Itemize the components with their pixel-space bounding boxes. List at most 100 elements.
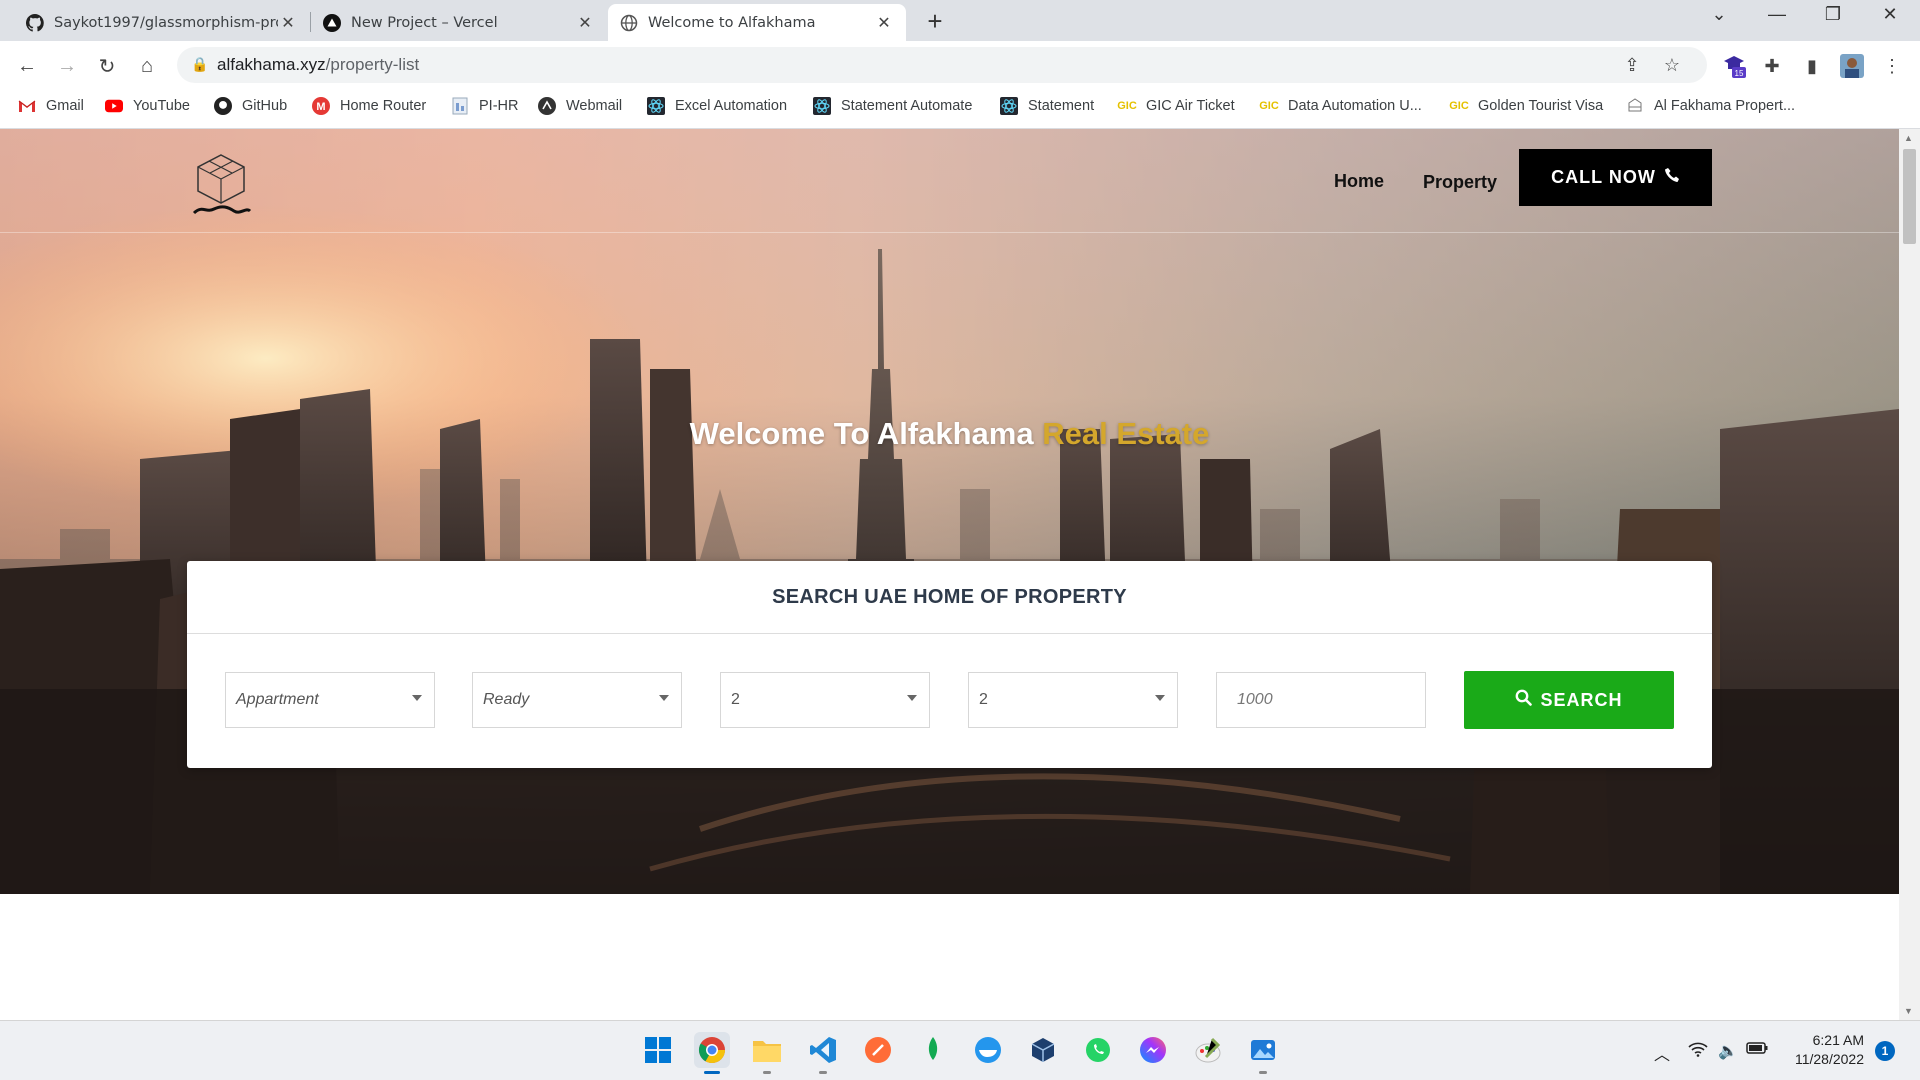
close-window-button[interactable]: ✕ [1870,4,1910,25]
url-path: /property-list [325,55,420,74]
scroll-up-icon[interactable]: ▲ [1904,133,1913,143]
search-button[interactable]: SEARCH [1464,671,1674,729]
react-icon [647,97,665,115]
bookmark-pi-hr[interactable]: PI-HR [451,97,518,115]
gic-icon: GIC [1117,100,1137,112]
svg-text:M: M [316,101,325,113]
vercel-icon [323,13,341,32]
chevron-down-icon [659,695,669,701]
react-icon [813,97,831,115]
site-header: Home Property CALL NOW [0,129,1899,233]
tab-search-icon[interactable]: ⌄ [1699,4,1739,25]
bookmark-gmail[interactable]: Gmail [18,97,84,115]
page-viewport: Home Property CALL NOW Welcome To Alfakh… [0,129,1899,1020]
system-clock[interactable]: 6:21 AM 11/28/2022 [1782,1031,1864,1069]
whatsapp-icon[interactable] [1080,1032,1116,1068]
webmail-icon [538,97,556,115]
scroll-down-icon[interactable]: ▼ [1904,1006,1913,1016]
bookmark-github[interactable]: GitHub [214,97,287,115]
postman-icon[interactable] [860,1032,896,1068]
file-explorer-icon[interactable] [749,1032,785,1074]
chevron-down-icon [412,695,422,701]
tab-alfakhama[interactable]: Welcome to Alfakhama ✕ [608,4,906,41]
docker-icon[interactable] [970,1032,1006,1068]
chevron-down-icon [907,695,917,701]
github-icon [26,13,44,32]
close-tab-icon[interactable]: ✕ [575,13,595,32]
back-button[interactable]: ← [12,51,42,81]
property-status-select[interactable]: Ready [472,672,682,728]
lock-icon[interactable]: 🔒 [191,56,208,73]
bookmark-statement-automate[interactable]: Statement Automate [813,97,972,115]
close-tab-icon[interactable]: ✕ [874,13,894,32]
tab-github[interactable]: Saykot1997/glassmorphism-prot ✕ [14,4,310,41]
close-tab-icon[interactable]: ✕ [278,13,298,32]
react-icon [1000,97,1018,115]
hero-heading: Welcome To Alfakhama Real Estate [689,416,1210,451]
bookmark-home-router[interactable]: M Home Router [312,97,426,115]
bookmark-golden-tourist-visa[interactable]: GIC Golden Tourist Visa [1449,97,1603,115]
price-input[interactable]: 1000 [1216,672,1426,728]
search-card-title: SEARCH UAE HOME OF PROPERTY [187,561,1712,634]
bookmark-webmail[interactable]: Webmail [538,97,622,115]
wifi-icon[interactable] [1688,1041,1708,1062]
extensions-puzzle-icon[interactable]: ✚ [1757,51,1787,81]
new-tab-button[interactable]: + [920,6,950,37]
browser-menu-icon[interactable]: ⋮ [1877,51,1907,81]
extension-profile-icon[interactable]: 15 [1720,51,1750,81]
minimize-button[interactable]: — [1757,4,1797,25]
bookmark-star-icon[interactable]: ☆ [1657,50,1687,80]
volume-icon[interactable]: 🔈 [1718,1041,1738,1061]
paint-icon[interactable] [1190,1032,1226,1068]
page-scrollbar[interactable]: ▲ ▼ [1899,129,1920,1020]
bookmark-al-fakhama[interactable]: Al Fakhama Propert... [1626,97,1795,115]
property-type-select[interactable]: Appartment [225,672,435,728]
nav-property-link[interactable]: Property [1423,172,1497,193]
svg-text:15: 15 [1735,69,1744,78]
bookmark-data-automation[interactable]: GIC Data Automation U... [1259,97,1422,115]
chrome-icon[interactable] [694,1032,730,1074]
bookmark-gic-air-ticket[interactable]: GIC GIC Air Ticket [1117,97,1234,115]
city-skyline-image [0,129,1899,894]
call-now-button[interactable]: CALL NOW [1519,149,1712,206]
tab-vercel[interactable]: New Project – Vercel ✕ [311,4,607,41]
bookmarks-bar: Gmail YouTube GitHub M Home Router PI-HR … [0,89,1920,129]
mongodb-icon[interactable] [915,1032,951,1068]
photos-icon[interactable] [1245,1032,1281,1074]
browser-tab-strip: Saykot1997/glassmorphism-prot ✕ New Proj… [0,0,1920,41]
notification-badge[interactable]: 1 [1875,1041,1895,1061]
nav-home-link[interactable]: Home [1334,171,1384,192]
browser-toolbar: ← → ↻ ⌂ 🔒 alfakhama.xyz/property-list ⇪ … [0,41,1920,89]
url-host: alfakhama.xyz [217,55,326,74]
windows-start-icon[interactable] [640,1032,676,1068]
home-button[interactable]: ⌂ [132,51,162,81]
tray-overflow-icon[interactable]: ︿ [1654,1041,1670,1065]
scrollbar-thumb[interactable] [1903,149,1916,244]
youtube-icon [105,97,123,115]
bathrooms-select[interactable]: 2 [968,672,1178,728]
share-icon[interactable]: ⇪ [1617,50,1647,80]
bedrooms-select[interactable]: 2 [720,672,930,728]
profile-avatar[interactable] [1837,51,1867,81]
side-panel-icon[interactable]: ▮ [1797,51,1827,81]
battery-icon[interactable] [1746,1041,1768,1060]
virtualbox-icon[interactable] [1025,1032,1061,1068]
bookmark-youtube[interactable]: YouTube [105,97,190,115]
forward-button[interactable]: → [52,51,82,81]
address-bar[interactable]: 🔒 alfakhama.xyz/property-list ⇪ ☆ [177,47,1707,83]
hero-heading-accent: Real Estate [1042,416,1210,451]
router-icon: M [312,97,330,115]
phone-icon [1664,167,1680,188]
restore-button[interactable]: ❐ [1813,4,1853,25]
vscode-icon[interactable] [805,1032,841,1074]
gic-icon: GIC [1259,100,1279,112]
alfakhama-icon [1626,97,1644,115]
bookmark-excel-automation[interactable]: Excel Automation [647,97,787,115]
messenger-icon[interactable] [1135,1032,1171,1068]
bookmark-statement[interactable]: Statement [1000,97,1094,115]
reload-button[interactable]: ↻ [92,51,122,81]
property-search-card: SEARCH UAE HOME OF PROPERTY Appartment R… [187,561,1712,768]
search-icon [1515,689,1533,711]
hero-banner: Home Property CALL NOW Welcome To Alfakh… [0,129,1899,894]
alfakhama-logo[interactable] [188,151,254,217]
